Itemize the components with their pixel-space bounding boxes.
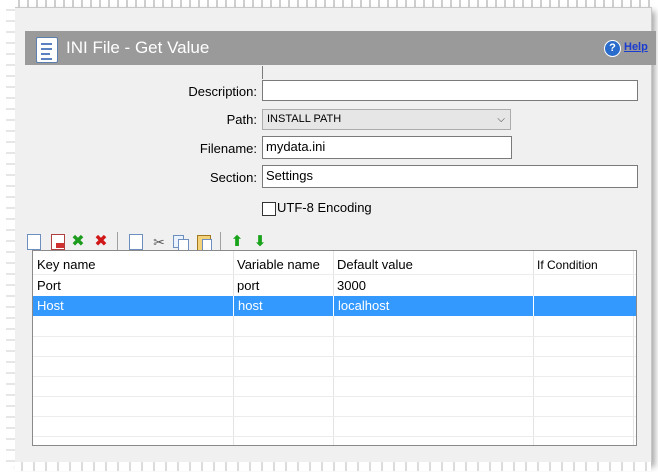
move-down-icon[interactable]: ⬇ — [253, 234, 267, 250]
paste-copy-icon[interactable] — [173, 234, 189, 252]
ini-file-icon — [36, 37, 58, 63]
cell-variable: port — [237, 278, 260, 293]
row-divider — [33, 376, 636, 377]
description-label: Description: — [188, 84, 257, 99]
row-divider — [33, 416, 636, 417]
paste-icon[interactable] — [197, 234, 212, 251]
cell-condition — [533, 276, 633, 296]
key-value-table[interactable]: Key name Variable name Default value If … — [32, 250, 637, 446]
section-input[interactable]: Settings — [262, 165, 638, 188]
cell-variable: host — [233, 296, 333, 316]
column-header-variable[interactable]: Variable name — [233, 255, 333, 275]
cell-key: Port — [37, 278, 61, 293]
filename-label: Filename: — [199, 141, 257, 156]
description-input[interactable] — [262, 80, 638, 101]
table-row[interactable]: Port port 3000 — [33, 276, 636, 296]
column-header-condition[interactable]: If Condition — [533, 255, 633, 275]
help-link[interactable]: Help — [624, 41, 648, 53]
path-dropdown[interactable]: INSTALL PATH ⌵ — [262, 109, 511, 130]
cell-key: Host — [37, 298, 64, 313]
edit-item-icon[interactable] — [51, 234, 65, 250]
top-edge — [14, 0, 650, 7]
utf8-label: UTF-8 Encoding — [277, 200, 372, 215]
filename-input[interactable]: mydata.ini — [262, 136, 512, 159]
row-divider — [33, 274, 636, 275]
delete-green-icon[interactable]: ✖ — [71, 234, 85, 250]
utf8-checkbox[interactable] — [262, 202, 276, 216]
delete-red-icon[interactable]: ✖ — [94, 234, 108, 250]
table-header: Key name Variable name Default value If … — [33, 255, 636, 275]
new-item-icon[interactable] — [27, 234, 41, 250]
path-value: INSTALL PATH — [267, 113, 342, 125]
cell-default: localhost — [333, 296, 533, 316]
window-title: INI File - Get Value — [66, 38, 210, 57]
toolbar-separator — [220, 232, 221, 252]
divider — [262, 66, 263, 79]
row-divider — [33, 356, 636, 357]
help-icon[interactable]: ? — [604, 40, 621, 57]
toolbar-separator — [117, 232, 118, 252]
dialog-frame: INI File - Get Value ? Help Description:… — [6, 4, 656, 471]
column-header-key[interactable]: Key name — [33, 255, 233, 275]
row-divider — [33, 336, 636, 337]
cut-icon[interactable]: ✂ — [152, 234, 166, 250]
table-row-selected[interactable]: Host host localhost — [33, 296, 636, 316]
row-divider — [33, 436, 636, 437]
path-label: Path: — [226, 112, 257, 127]
section-label: Section: — [210, 170, 257, 185]
row-divider — [33, 396, 636, 397]
move-up-icon[interactable]: ⬆ — [230, 234, 244, 250]
cell-default: 3000 — [337, 278, 366, 293]
cell-condition — [533, 296, 633, 316]
copy-icon[interactable] — [129, 234, 143, 250]
chevron-down-icon: ⌵ — [497, 114, 505, 125]
title-bar: INI File - Get Value ? Help — [25, 31, 656, 65]
column-header-default[interactable]: Default value — [333, 255, 533, 275]
